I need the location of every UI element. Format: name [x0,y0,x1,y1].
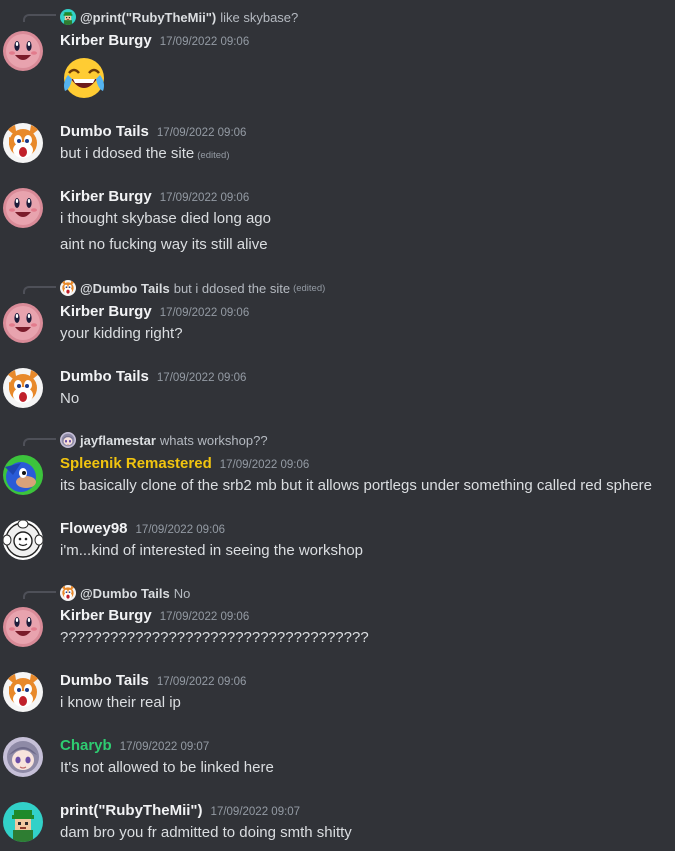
joy-emoji-icon [60,53,108,101]
message-header: Kirber Burgy 17/09/2022 09:06 [60,32,249,49]
reply-text: whats workshop?? [159,432,268,448]
message-header: Dumbo Tails 17/09/2022 09:06 [60,672,246,689]
reply-preview[interactable]: @print("RubyTheMii") like skybase? [60,8,298,26]
reply-author[interactable]: @print("RubyTheMii") [80,10,216,25]
message-text: your kidding right? [60,325,183,342]
timestamp: 17/09/2022 09:06 [159,307,250,319]
message-header: Dumbo Tails 17/09/2022 09:06 [60,368,246,385]
reply-connector [23,438,56,446]
message-text: i know their real ip [60,694,181,711]
avatar[interactable] [3,188,43,228]
message-header: Kirber Burgy 17/09/2022 09:06 [60,607,249,624]
username[interactable]: Kirber Burgy [60,607,152,624]
username[interactable]: Kirber Burgy [60,303,152,320]
reply-text: No [173,585,191,601]
reply-avatar [60,9,76,25]
message-text: dam bro you fr admitted to doing smth sh… [60,824,352,841]
message-header: Spleenik Remastered 17/09/2022 09:06 [60,455,309,472]
message-text: i'm...kind of interested in seeing the w… [60,542,364,559]
message-header: Kirber Burgy 17/09/2022 09:06 [60,188,249,205]
edited-label: (edited) [197,150,230,161]
username[interactable]: Kirber Burgy [60,188,152,205]
reply-preview[interactable]: @Dumbo Tails No [60,584,190,602]
avatar[interactable] [3,737,43,777]
timestamp: 17/09/2022 09:07 [119,741,210,753]
message-header: Kirber Burgy 17/09/2022 09:06 [60,303,249,320]
avatar[interactable] [3,368,43,408]
avatar[interactable] [3,31,43,71]
timestamp: 17/09/2022 09:06 [156,676,247,688]
username[interactable]: print("RubyTheMii") [60,802,203,819]
message-text: but i ddosed the site (edited) [60,145,230,162]
username[interactable]: Dumbo Tails [60,672,149,689]
timestamp: 17/09/2022 09:06 [159,611,250,623]
message-text: No [60,390,80,407]
avatar[interactable] [3,303,43,343]
reply-text: like skybase? [220,9,299,25]
username[interactable]: Kirber Burgy [60,32,152,49]
message-text: aint no fucking way its still alive [60,236,268,253]
username[interactable]: Dumbo Tails [60,123,149,140]
avatar[interactable] [3,607,43,647]
username[interactable]: Charyb [60,737,112,754]
username[interactable]: Flowey98 [60,520,128,537]
avatar[interactable] [3,123,43,163]
message-text: i thought skybase died long ago [60,210,271,227]
avatar[interactable] [3,455,43,495]
reply-preview[interactable]: @Dumbo Tails but i ddosed the site (edit… [60,279,325,297]
reply-author[interactable]: @Dumbo Tails [80,281,170,296]
edited-label: (edited) [293,282,326,294]
reply-avatar [60,432,76,448]
timestamp: 17/09/2022 09:06 [156,127,247,139]
reply-avatar [60,585,76,601]
message-header: Flowey98 17/09/2022 09:06 [60,520,225,537]
message-header: Charyb 17/09/2022 09:07 [60,737,209,754]
timestamp: 17/09/2022 09:06 [159,36,250,48]
message-text: ????????????????????????????????????? [60,629,369,646]
avatar[interactable] [3,520,43,560]
message-header: print("RubyTheMii") 17/09/2022 09:07 [60,802,300,819]
reply-connector [23,14,56,22]
message-text: its basically clone of the srb2 mb but i… [60,477,652,494]
reply-connector [23,286,56,294]
reply-avatar [60,280,76,296]
timestamp: 17/09/2022 09:06 [159,192,250,204]
timestamp: 17/09/2022 09:06 [135,524,226,536]
timestamp: 17/09/2022 09:07 [210,806,301,818]
timestamp: 17/09/2022 09:06 [219,459,310,471]
message-header: Dumbo Tails 17/09/2022 09:06 [60,123,246,140]
reply-connector [23,591,56,599]
username[interactable]: Dumbo Tails [60,368,149,385]
message-text: It's not allowed to be linked here [60,759,274,776]
reply-text: but i ddosed the site [173,280,291,296]
reply-author[interactable]: jayflamestar [80,433,156,448]
avatar[interactable] [3,672,43,712]
reply-preview[interactable]: jayflamestar whats workshop?? [60,431,268,449]
username[interactable]: Spleenik Remastered [60,455,212,472]
avatar[interactable] [3,802,43,842]
reply-author[interactable]: @Dumbo Tails [80,586,170,601]
timestamp: 17/09/2022 09:06 [156,372,247,384]
